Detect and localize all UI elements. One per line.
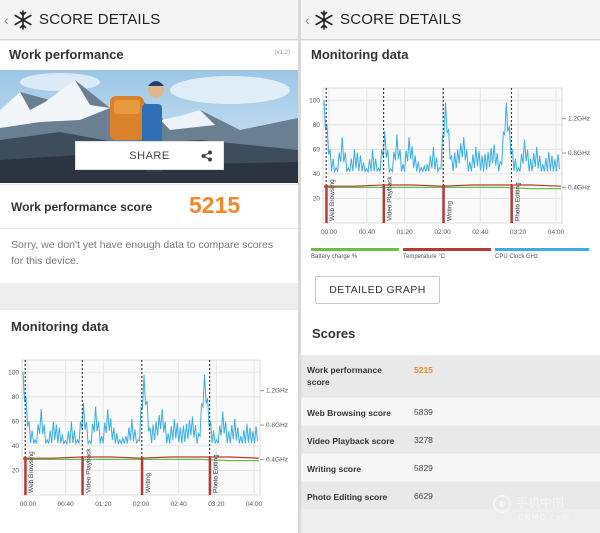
segment-bar — [325, 184, 328, 223]
y-tick-label: 20 — [12, 467, 20, 474]
legend-swatch — [495, 248, 589, 251]
legend-swatch — [403, 248, 491, 251]
segment-bar — [140, 456, 144, 495]
y-tick-label: 80 — [12, 394, 20, 401]
snowflake-icon — [315, 9, 333, 30]
app-bar: ‹ SCORE DETAILS — [0, 0, 298, 40]
x-tick-label: 01:20 — [95, 501, 112, 508]
y-tick-label: 40 — [12, 443, 20, 450]
legend-label: Temperature °C — [403, 254, 446, 260]
legend-swatch — [311, 248, 399, 251]
score-value: 3278 — [414, 435, 433, 445]
watermark-logo: 手机中国 CNMO.com — [493, 495, 570, 522]
y-right-tick-label: 0.8GHz — [568, 150, 590, 157]
score-value: 6629 — [414, 491, 433, 501]
segment-label: Writing — [446, 201, 453, 221]
y-tick-label: 100 — [309, 97, 320, 104]
score-row: Writing score 5829 — [301, 454, 600, 481]
y-tick-label: 100 — [8, 369, 19, 376]
x-tick-label: 03:20 — [208, 501, 225, 508]
x-tick-label: 01:20 — [397, 229, 414, 236]
score-label: Work performance score — [307, 365, 382, 387]
page-title: SCORE DETAILS — [340, 11, 462, 28]
work-performance-score-label: Work performance score — [11, 200, 153, 214]
scores-title: Scores — [312, 326, 356, 341]
segment-label: Video Playback — [387, 176, 394, 221]
score-row: Work performance score 5215 — [301, 356, 600, 397]
svg-text:手机中国: 手机中国 — [516, 495, 564, 510]
x-tick-label: 02:00 — [434, 229, 451, 236]
legend-label: CPU Clock GHz — [495, 254, 539, 260]
segment-label: Writing — [145, 473, 152, 493]
legend-cpu: CPU Clock GHz — [495, 248, 589, 260]
x-tick-label: 02:00 — [133, 501, 150, 508]
segment-label: Photo Editing — [514, 182, 521, 221]
y-right-tick-label: 0.4GHz — [568, 184, 590, 191]
no-comparison-notice: Sorry, we don't yet have enough data to … — [11, 239, 274, 267]
legend-temperature: Temperature °C — [403, 248, 491, 260]
x-tick-label: 00:40 — [359, 229, 376, 236]
chevron-left-icon[interactable]: ‹ — [305, 13, 312, 27]
snowflake-icon — [14, 9, 32, 30]
segment-bar — [510, 184, 513, 223]
app-bar: ‹ SCORE DETAILS — [301, 0, 600, 40]
score-label: Photo Editing score — [307, 492, 388, 502]
y-right-tick-label: 1.2GHz — [266, 388, 288, 395]
monitoring-title: Monitoring data — [311, 47, 409, 62]
x-tick-label: 00:00 — [20, 501, 37, 508]
detailed-graph-button[interactable]: DETAILED GRAPH — [315, 276, 440, 304]
segment-label: Web Browsing — [28, 451, 35, 493]
y-right-tick-label: 0.4GHz — [266, 456, 288, 463]
x-tick-label: 02:40 — [171, 501, 188, 508]
monitoring-chart: 00:00 00:40 01:20 02:00 02:40 03:20 04:00 20 40 6… — [0, 352, 298, 517]
x-tick-label: 00:40 — [58, 501, 75, 508]
y-tick-label: 60 — [313, 146, 321, 153]
version-label: (v1.2) — [274, 50, 290, 56]
share-button[interactable]: SHARE — [75, 141, 224, 170]
legend-label: Battery charge % — [311, 254, 358, 260]
x-tick-label: 04:00 — [548, 229, 565, 236]
y-tick-label: 40 — [313, 171, 321, 178]
segment-bar — [208, 456, 212, 495]
chart-svg: 00:00 00:40 01:20 02:00 02:40 03:20 04:00 20 40 6… — [309, 87, 590, 236]
x-tick-label: 02:40 — [472, 229, 489, 236]
share-icon — [201, 150, 212, 162]
segment-bar — [442, 184, 445, 223]
y-right-tick-label: 0.8GHz — [266, 422, 288, 429]
score-value: 5839 — [414, 407, 433, 417]
segment-label: Video Playback — [85, 448, 92, 493]
svg-text:CNMO.com: CNMO.com — [518, 513, 570, 522]
segment-label: Photo Editing — [213, 454, 220, 493]
segment-bar — [382, 184, 386, 223]
page-title: SCORE DETAILS — [39, 11, 161, 28]
y-tick-label: 20 — [313, 195, 321, 202]
x-tick-label: 03:20 — [510, 229, 527, 236]
work-performance-score-value: 5215 — [189, 192, 241, 218]
share-label: SHARE — [129, 149, 170, 162]
monitoring-title: Monitoring data — [11, 319, 109, 334]
segment-bar — [81, 456, 84, 495]
section-title: Work performance — [9, 47, 124, 62]
score-label: Video Playback score — [307, 436, 395, 446]
x-tick-label: 04:00 — [246, 501, 263, 508]
y-tick-label: 80 — [313, 122, 321, 129]
left-screen: ‹ SCORE DETAILS Work performance (v1.2) — [0, 0, 298, 533]
chart-svg: 00:00 00:40 01:20 02:00 02:40 03:20 04:00 20 40 6… — [8, 359, 288, 508]
score-label: Web Browsing score — [307, 408, 391, 418]
score-row: Video Playback score 3278 — [301, 426, 600, 453]
right-screen: ‹ SCORE DETAILS Monitoring data 00:00 00:… — [301, 0, 600, 533]
score-row: Web Browsing score 5839 — [301, 398, 600, 425]
x-tick-label: 00:00 — [321, 229, 338, 236]
monitoring-chart: 00:00 00:40 01:20 02:00 02:40 03:20 04:00 20 40 6… — [301, 80, 600, 245]
chevron-left-icon[interactable]: ‹ — [4, 13, 11, 27]
segment-label: Web Browsing — [329, 179, 336, 221]
score-label: Writing score — [307, 464, 362, 474]
score-value: 5829 — [414, 463, 433, 473]
legend-battery: Battery charge % — [311, 248, 399, 260]
segment-bar — [24, 456, 27, 495]
y-right-tick-label: 1.2GHz — [568, 116, 590, 123]
score-value: 5215 — [414, 365, 433, 375]
y-tick-label: 60 — [12, 418, 20, 425]
